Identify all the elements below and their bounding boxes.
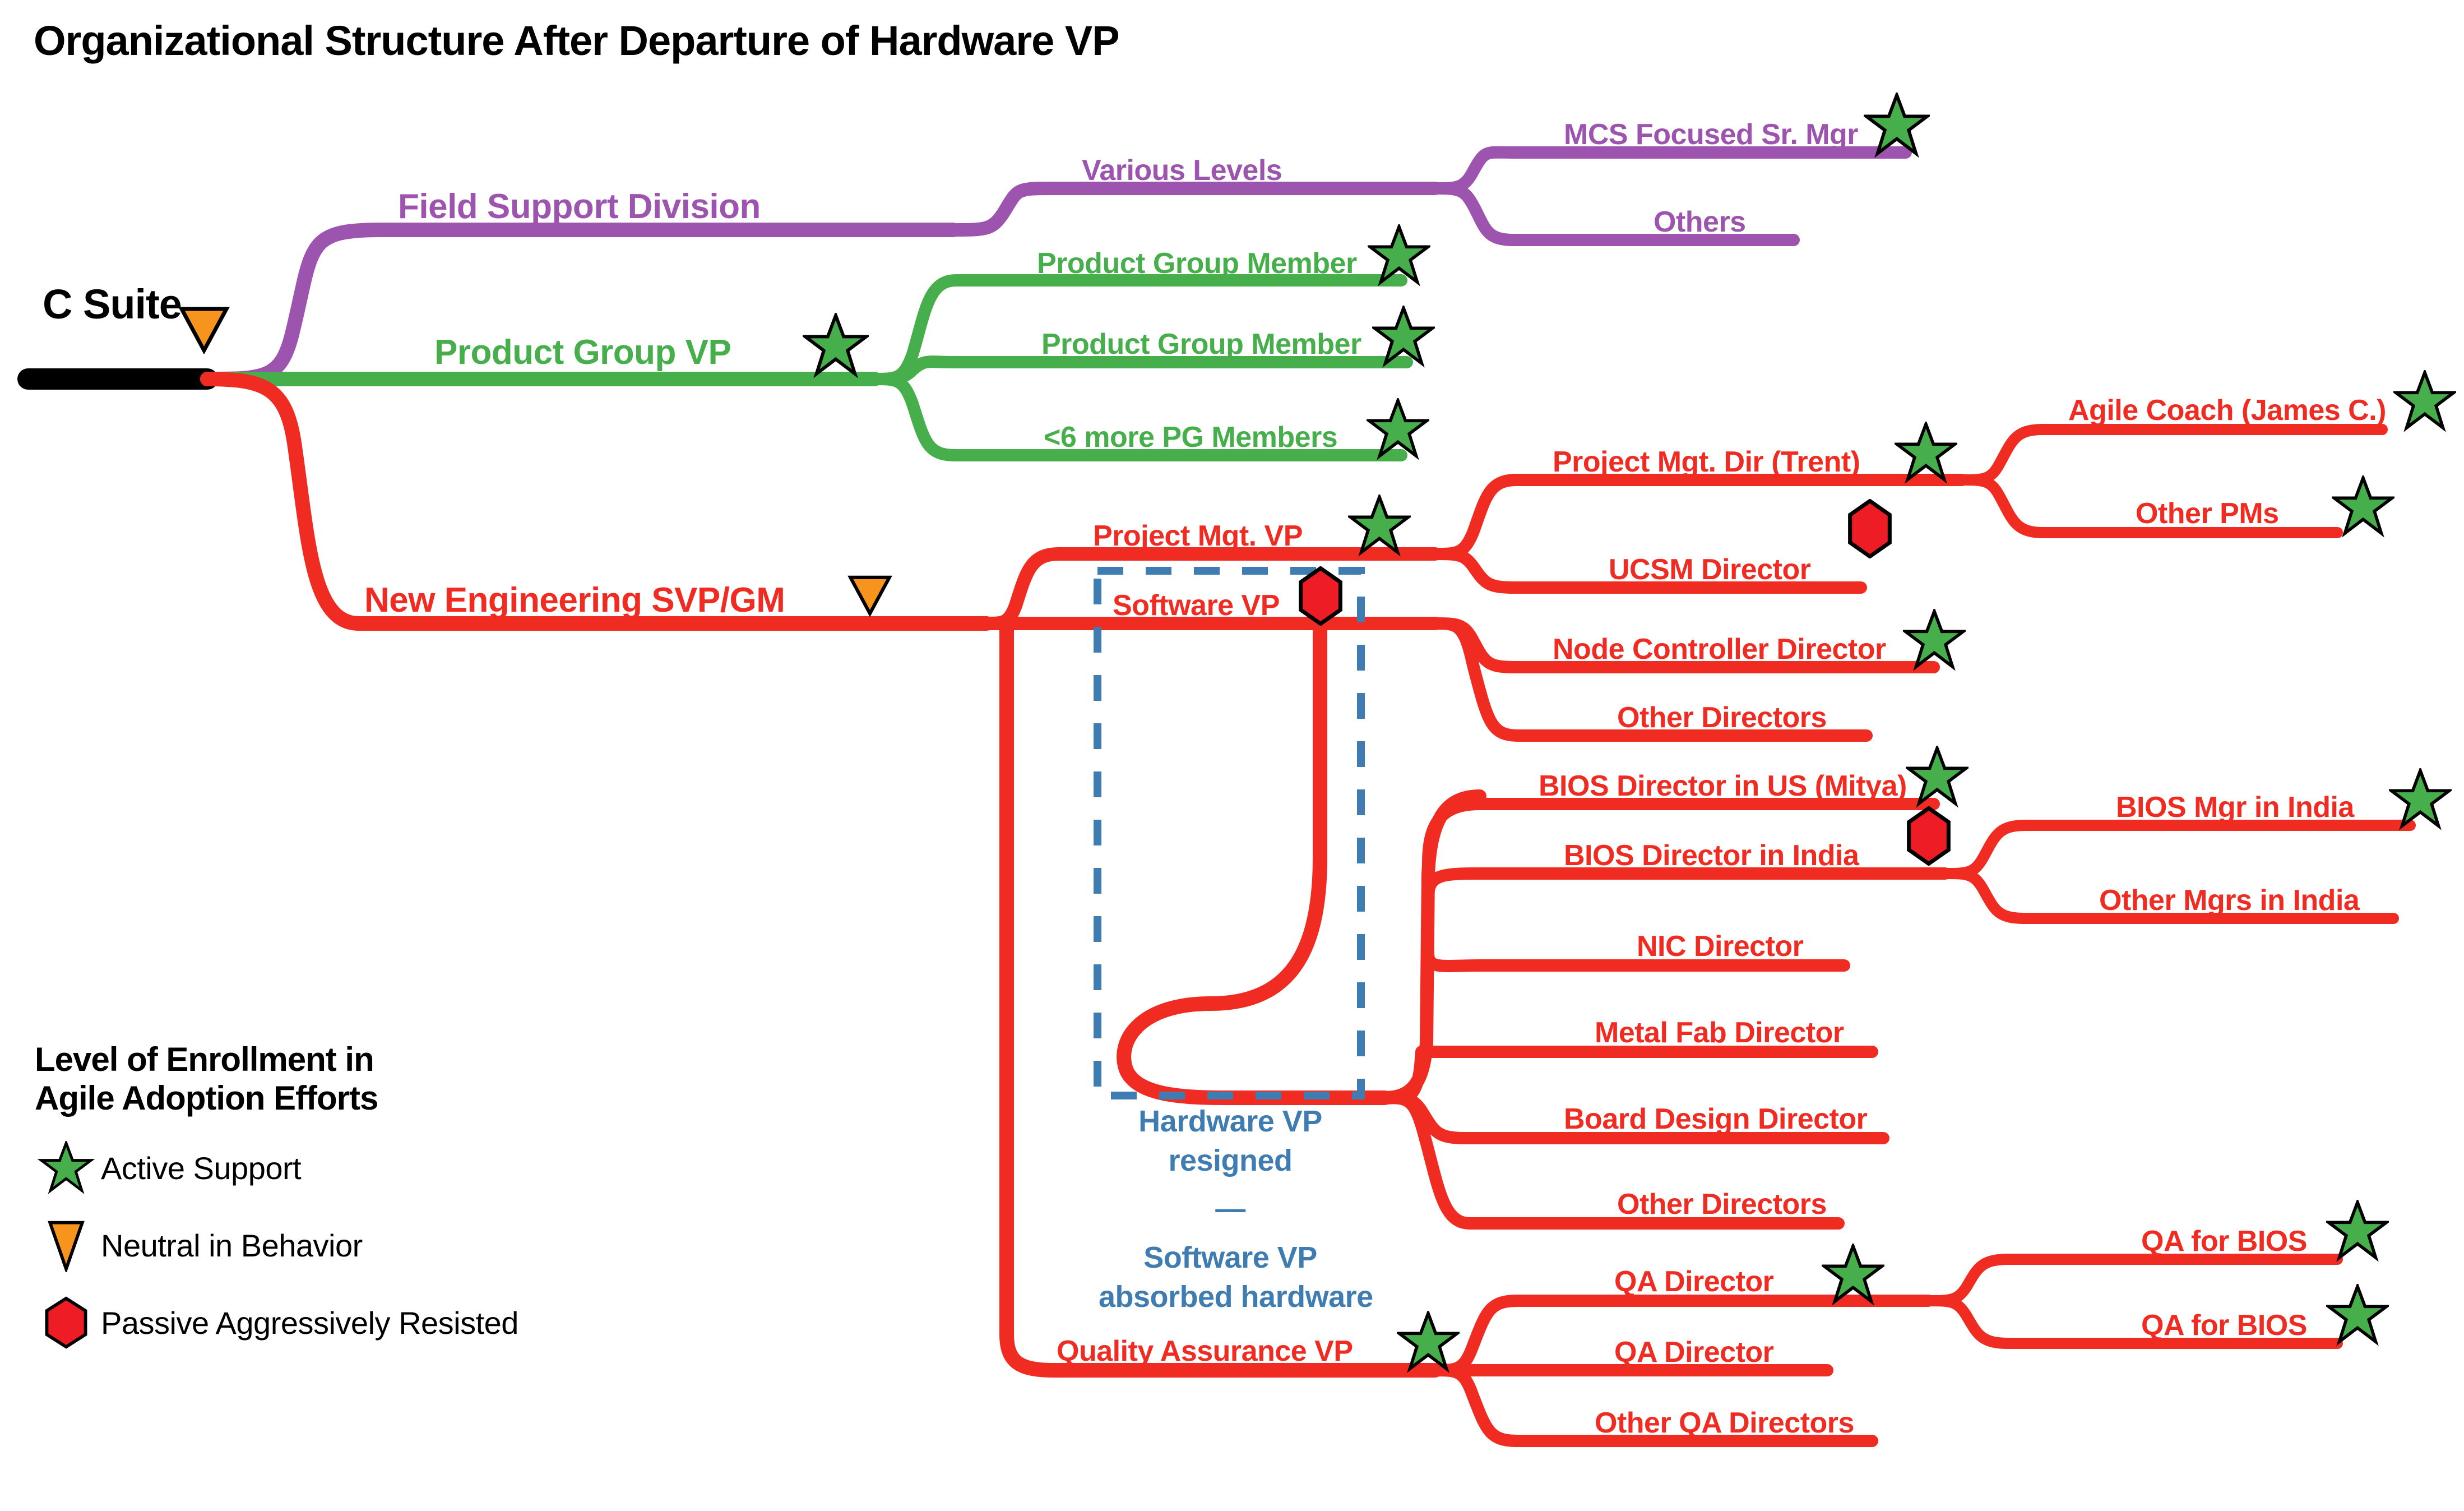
node-other-mgrs-in-india[interactable]: Other Mgrs in India — [2099, 886, 2360, 915]
node-others[interactable]: Others — [1654, 207, 1746, 237]
node-other-directors-sw[interactable]: Other Directors — [1617, 703, 1827, 732]
node-nic-director[interactable]: NIC Director — [1637, 932, 1804, 961]
node-bios-mgr-in-india[interactable]: BIOS Mgr in India — [2116, 793, 2354, 822]
node-ucsm-director[interactable]: UCSM Director — [1609, 555, 1811, 584]
node-node-controller-director[interactable]: Node Controller Director — [1553, 635, 1886, 664]
org-chart-canvas: Organizational Structure After Departure… — [0, 0, 2464, 1511]
node-field-support-division[interactable]: Field Support Division — [398, 190, 761, 224]
wire-agile-coach-james-c — [1956, 424, 2388, 486]
node-mcs-focused-sr-mgr[interactable]: MCS Focused Sr. Mgr — [1564, 120, 1859, 149]
node-more-pg-members[interactable]: <6 more PG Members — [1044, 423, 1338, 452]
green-star-icon — [37, 1141, 95, 1194]
wire-metal-fab-director — [1378, 1046, 1878, 1104]
node-other-qa-directors[interactable]: Other QA Directors — [1595, 1408, 1854, 1438]
wire-various-levels — [946, 182, 1442, 237]
node-qa-for-bios-2[interactable]: QA for BIOS — [2141, 1311, 2307, 1340]
node-various-levels[interactable]: Various Levels — [1082, 156, 1282, 185]
wire-qa-for-bios-1 — [1923, 1254, 2343, 1306]
annotation-line-4: absorbed hardware — [1099, 1280, 1373, 1314]
node-bios-director-india[interactable]: BIOS Director in India — [1564, 841, 1859, 870]
node-quality-assurance-vp[interactable]: Quality Assurance VP — [1057, 1337, 1353, 1366]
node-bios-director-us-mitya[interactable]: BIOS Director in US (Mitya) — [1539, 771, 1907, 801]
legend-title-line-1: Level of Enrollment in — [35, 1041, 374, 1078]
node-agile-coach-james-c[interactable]: Agile Coach (James C.) — [2068, 396, 2386, 425]
legend-label-neutral-in-behavior: Neutral in Behavior — [101, 1227, 363, 1263]
annotation-dash: — — [1215, 1192, 1245, 1226]
node-qa-director-1[interactable]: QA Director — [1614, 1267, 1774, 1296]
node-product-group-member-1[interactable]: Product Group Member — [1037, 249, 1357, 278]
hardware-vp-annotation: Hardware VP resigned — Software VP absor… — [1099, 1102, 1373, 1316]
legend: Level of Enrollment in Agile Adoption Ef… — [35, 1040, 518, 1350]
node-qa-director-2[interactable]: QA Director — [1614, 1338, 1774, 1367]
annotation-line-3: Software VP — [1143, 1240, 1317, 1274]
wire-bios-mgr-in-india — [1939, 820, 2416, 879]
red-hexagon-icon — [45, 1296, 87, 1349]
wire-bios-director-india — [1422, 867, 1951, 903]
node-new-engineering-svp-gm[interactable]: New Engineering SVP/GM — [364, 583, 785, 618]
root-node-label[interactable]: C Suite — [43, 280, 182, 328]
legend-item-active-support: Active Support — [35, 1141, 518, 1195]
legend-label-active-support: Active Support — [101, 1150, 302, 1186]
node-qa-for-bios-1[interactable]: QA for BIOS — [2141, 1227, 2307, 1256]
node-metal-fab-director[interactable]: Metal Fab Director — [1595, 1018, 1844, 1047]
node-project-mgt-dir-trent[interactable]: Project Mgt. Dir (Trent) — [1553, 447, 1860, 477]
wire-project-mgt-dir-trent — [1429, 474, 1968, 560]
annotation-line-1: Hardware VP — [1138, 1105, 1322, 1138]
legend-item-neutral-in-behavior: Neutral in Behavior — [35, 1218, 518, 1272]
node-other-directors-hw[interactable]: Other Directors — [1617, 1190, 1827, 1219]
wire-mcs-focused-sr-mgr — [1429, 146, 1912, 195]
legend-title-line-2: Agile Adoption Efforts — [35, 1079, 378, 1117]
legend-label-passive-resisted: Passive Aggressively Resisted — [101, 1305, 518, 1341]
node-project-mgt-vp[interactable]: Project Mgt. VP — [1093, 521, 1303, 551]
orange-triangle-icon — [48, 1221, 85, 1272]
node-product-group-vp[interactable]: Product Group VP — [434, 335, 731, 370]
wire-product-group-member-2 — [868, 355, 1413, 385]
node-board-design-director[interactable]: Board Design Director — [1564, 1105, 1868, 1134]
node-product-group-member-2[interactable]: Product Group Member — [1041, 330, 1361, 359]
node-software-vp[interactable]: Software VP — [1113, 591, 1280, 620]
annotation-line-2: resigned — [1168, 1144, 1293, 1178]
legend-item-passive-resisted: Passive Aggressively Resisted — [35, 1296, 518, 1350]
node-other-pms[interactable]: Other PMs — [2136, 499, 2279, 528]
wire-hardware-absorbed-loop — [1117, 616, 1392, 1105]
